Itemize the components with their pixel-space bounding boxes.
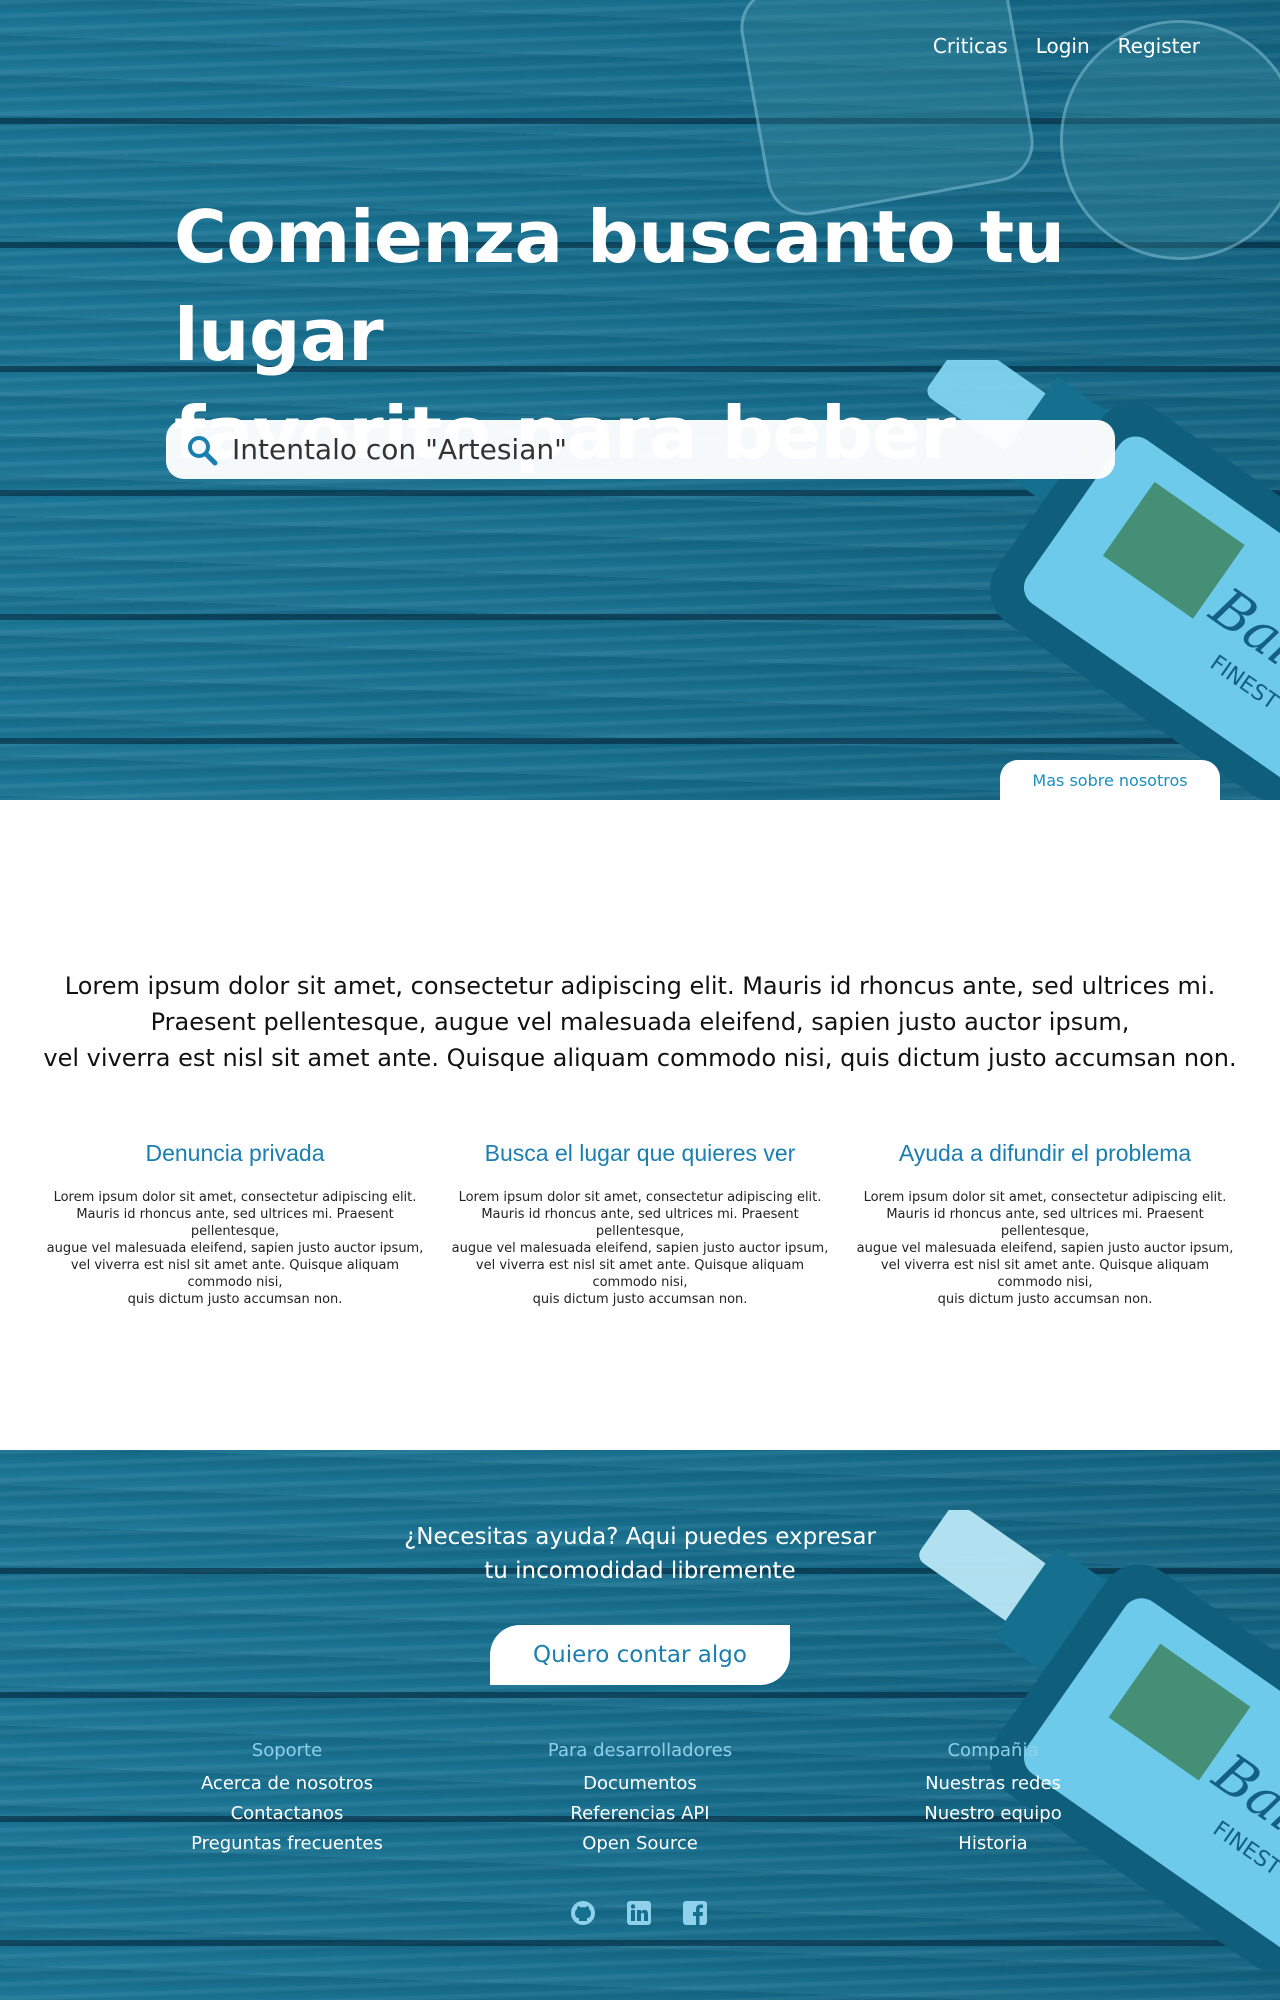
tell-something-button[interactable]: Quiero contar algo [490, 1625, 790, 1685]
footer-link[interactable]: Referencias API [490, 1799, 790, 1829]
search-input[interactable] [232, 433, 1092, 466]
feature-card: Busca el lugar que quieres ver Lorem ips… [450, 1140, 830, 1308]
nav-login[interactable]: Login [1036, 34, 1090, 58]
footer-column-heading: Compañia [947, 1740, 1039, 1761]
feature-text-line: Lorem ipsum dolor sit amet, consectetur … [53, 1190, 417, 1205]
more-about-us-button[interactable]: Mas sobre nosotros [1000, 760, 1220, 800]
footer-link[interactable]: Acerca de nosotros [137, 1769, 437, 1799]
github-icon[interactable] [570, 1900, 596, 1926]
intro-line: Praesent pellentesque, augue vel malesua… [150, 1008, 1130, 1036]
feature-text-line: quis dictum justo accumsan non. [532, 1292, 748, 1307]
linkedin-icon[interactable] [626, 1900, 652, 1926]
footer-link[interactable]: Preguntas frecuentes [137, 1829, 437, 1859]
footer-column-heading: Soporte [251, 1740, 323, 1761]
feature-text: Lorem ipsum dolor sit amet, consectetur … [45, 1189, 425, 1308]
feature-card: Ayuda a difundir el problema Lorem ipsum… [855, 1140, 1235, 1308]
footer-column-soporte: Soporte Acerca de nosotros Contactanos P… [137, 1740, 437, 1859]
footer-link[interactable]: Nuestro equipo [843, 1799, 1143, 1829]
feature-text-line: vel viverra est nisl sit amet ante. Quis… [880, 1258, 1210, 1290]
footer-column-heading: Para desarrolladores [547, 1740, 733, 1761]
feature-text-line: vel viverra est nisl sit amet ante. Quis… [70, 1258, 400, 1290]
feature-text: Lorem ipsum dolor sit amet, consectetur … [450, 1189, 830, 1308]
features-row: Denuncia privada Lorem ipsum dolor sit a… [0, 1140, 1280, 1308]
intro-line: vel viverra est nisl sit amet ante. Quis… [43, 1044, 1237, 1072]
help-line: ¿Necesitas ayuda? Aqui puedes expresar [404, 1524, 876, 1550]
feature-title: Busca el lugar que quieres ver [484, 1140, 796, 1166]
nav-criticas[interactable]: Criticas [933, 34, 1008, 58]
footer-link[interactable]: Open Source [490, 1829, 790, 1859]
help-text: ¿Necesitas ayuda? Aqui puedes expresar t… [0, 1520, 1280, 1588]
feature-card: Denuncia privada Lorem ipsum dolor sit a… [45, 1140, 425, 1308]
top-nav: Criticas Login Register [933, 34, 1200, 58]
facebook-icon[interactable] [682, 1900, 708, 1926]
intro-text: Lorem ipsum dolor sit amet, consectetur … [0, 968, 1280, 1076]
feature-text-line: quis dictum justo accumsan non. [937, 1292, 1153, 1307]
social-links [570, 1900, 708, 1926]
feature-text-line: quis dictum justo accumsan non. [127, 1292, 343, 1307]
feature-text-line: augue vel malesuada eleifend, sapien jus… [46, 1241, 424, 1256]
search-bar[interactable] [166, 420, 1115, 479]
footer-column-desarrolladores: Para desarrolladores Documentos Referenc… [490, 1740, 790, 1859]
feature-text-line: augue vel malesuada eleifend, sapien jus… [451, 1241, 829, 1256]
feature-text-line: Mauris id rhoncus ante, sed ultrices mi.… [481, 1207, 799, 1239]
help-line: tu incomodidad libremente [484, 1558, 796, 1584]
intro-line: Lorem ipsum dolor sit amet, consectetur … [64, 972, 1216, 1000]
feature-text-line: vel viverra est nisl sit amet ante. Quis… [475, 1258, 805, 1290]
feature-text: Lorem ipsum dolor sit amet, consectetur … [855, 1189, 1235, 1308]
search-icon [188, 435, 218, 465]
feature-title: Denuncia privada [145, 1140, 325, 1166]
nav-register[interactable]: Register [1118, 34, 1200, 58]
feature-title: Ayuda a difundir el problema [898, 1140, 1192, 1166]
feature-text-line: Mauris id rhoncus ante, sed ultrices mi.… [886, 1207, 1204, 1239]
hero-section: Ballantines FINEST Criticas Login Regist… [0, 0, 1280, 800]
footer-link[interactable]: Historia [843, 1829, 1143, 1859]
footer-link[interactable]: Nuestras redes [843, 1769, 1143, 1799]
footer: Ballantines FINEST ¿Necesitas ayuda? Aqu… [0, 1450, 1280, 2000]
footer-link[interactable]: Documentos [490, 1769, 790, 1799]
feature-text-line: Lorem ipsum dolor sit amet, consectetur … [863, 1190, 1227, 1205]
feature-text-line: Lorem ipsum dolor sit amet, consectetur … [458, 1190, 822, 1205]
hero-title-line1: Comienza buscanto tu lugar [174, 195, 1065, 377]
feature-text-line: augue vel malesuada eleifend, sapien jus… [856, 1241, 1234, 1256]
footer-link[interactable]: Contactanos [137, 1799, 437, 1829]
feature-text-line: Mauris id rhoncus ante, sed ultrices mi.… [76, 1207, 394, 1239]
footer-column-compania: Compañia Nuestras redes Nuestro equipo H… [843, 1740, 1143, 1859]
